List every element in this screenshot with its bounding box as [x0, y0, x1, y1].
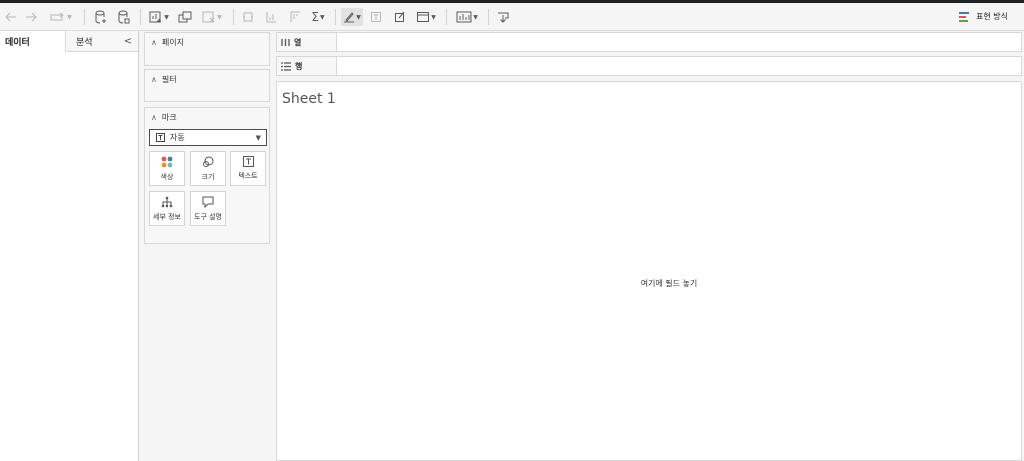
- text-button-label: 텍스트: [238, 172, 258, 180]
- shelves-area: 열 행: [275, 31, 1024, 80]
- rows-shelf-label: 행: [277, 57, 337, 75]
- marks-card-title: 마크: [161, 112, 177, 122]
- show-cards-icon[interactable]: ▼: [455, 8, 479, 26]
- toolbar-separator: [446, 9, 447, 25]
- fit-icon[interactable]: ▼: [415, 8, 437, 26]
- tooltip-button-label: 도구 설명: [194, 212, 222, 221]
- swap-axes-icon[interactable]: [241, 8, 255, 26]
- columns-shelf[interactable]: 열: [276, 32, 1022, 52]
- toolbar-separator: [488, 9, 489, 25]
- tab-analysis[interactable]: 분석: [66, 31, 118, 52]
- redo-icon[interactable]: ▼: [46, 8, 76, 26]
- color-button[interactable]: 색상: [149, 151, 185, 186]
- highlight-icon[interactable]: ▼: [341, 8, 363, 26]
- new-sheet-icon[interactable]: ▼: [149, 8, 169, 26]
- color-button-label: 색상: [160, 172, 174, 181]
- worksheet-canvas[interactable]: Sheet 1 여기에 필드 놓기: [276, 81, 1022, 461]
- text-mark-icon: [242, 156, 254, 167]
- pages-card: ∧ 페이지: [144, 32, 270, 66]
- toolbar: ▼ ▼ ▼ Σ ▼ ▼ ▼ ▼ 표현 방식: [0, 3, 1024, 31]
- filters-card-title: 필터: [161, 74, 177, 84]
- tooltip-bubble-icon: [202, 196, 214, 208]
- data-pane: 데이터 분석 <: [0, 31, 139, 461]
- clear-sheet-icon[interactable]: ▼: [201, 8, 223, 26]
- chevron-up-icon: ∧: [151, 37, 157, 47]
- annotate-icon[interactable]: [393, 8, 407, 26]
- present-chart-icon: [959, 11, 970, 22]
- labels-icon[interactable]: [369, 8, 383, 26]
- marks-card-header[interactable]: ∧ 마크: [145, 108, 269, 126]
- detail-tree-icon: [161, 196, 173, 207]
- text-mark-icon: [156, 133, 165, 142]
- chevron-up-icon: ∧: [151, 112, 157, 122]
- mark-type-dropdown[interactable]: 자동 ▼: [149, 129, 267, 146]
- dropdown-arrow-icon: ▼: [255, 134, 261, 142]
- sort-descending-icon[interactable]: [288, 8, 302, 26]
- marks-card: ∧ 마크 자동 ▼ 색상 크기 텍스트 세부 정보 도구 설명: [144, 107, 270, 244]
- chevron-up-icon: ∧: [151, 74, 157, 84]
- sort-ascending-icon[interactable]: [264, 8, 278, 26]
- toolbar-separator: [335, 9, 336, 25]
- pause-update-icon[interactable]: [117, 8, 131, 26]
- sum-icon[interactable]: Σ ▼: [309, 8, 327, 26]
- rows-shelf[interactable]: 행: [276, 56, 1022, 76]
- rows-icon: [281, 61, 291, 71]
- share-icon[interactable]: [496, 8, 510, 26]
- size-button[interactable]: 크기: [190, 151, 226, 186]
- size-button-label: 크기: [201, 172, 215, 181]
- pages-card-title: 페이지: [161, 37, 184, 47]
- present-label: 표현 방식: [976, 12, 1008, 21]
- new-datasource-icon[interactable]: [94, 8, 108, 26]
- back-arrow-icon[interactable]: [4, 8, 18, 26]
- collapse-pane-button[interactable]: <: [118, 31, 138, 52]
- columns-icon: [281, 38, 290, 46]
- filters-card: ∧ 필터: [144, 69, 270, 102]
- toolbar-separator: [233, 9, 234, 25]
- detail-button[interactable]: 세부 정보: [149, 191, 185, 226]
- sheet-title[interactable]: Sheet 1: [282, 91, 336, 107]
- color-dots-icon: [161, 156, 173, 167]
- cards-panel: ∧ 페이지 ∧ 필터 ∧ 마크 자동 ▼ 색상 크기 텍스트 세부 정보 도구 …: [139, 31, 275, 461]
- drop-field-hint: 여기에 필드 놓기: [640, 279, 698, 288]
- duplicate-sheet-icon[interactable]: [178, 8, 192, 26]
- columns-shelf-label: 열: [277, 33, 337, 51]
- size-circles-icon: [203, 156, 214, 167]
- toolbar-separator: [84, 9, 85, 25]
- present-mode-button[interactable]: 표현 방식: [959, 11, 1008, 22]
- tooltip-button[interactable]: 도구 설명: [190, 191, 226, 226]
- pane-tabs: 데이터 분석 <: [0, 31, 138, 52]
- detail-button-label: 세부 정보: [153, 212, 181, 221]
- text-button[interactable]: 텍스트: [230, 151, 266, 186]
- view-area: Sheet 1 여기에 필드 놓기: [275, 80, 1024, 461]
- tab-data[interactable]: 데이터: [0, 31, 66, 52]
- toolbar-separator: [140, 9, 141, 25]
- filters-card-header[interactable]: ∧ 필터: [145, 70, 269, 88]
- forward-arrow-icon[interactable]: [24, 8, 38, 26]
- pages-card-header[interactable]: ∧ 페이지: [145, 33, 269, 51]
- mark-type-value: 자동: [170, 133, 185, 142]
